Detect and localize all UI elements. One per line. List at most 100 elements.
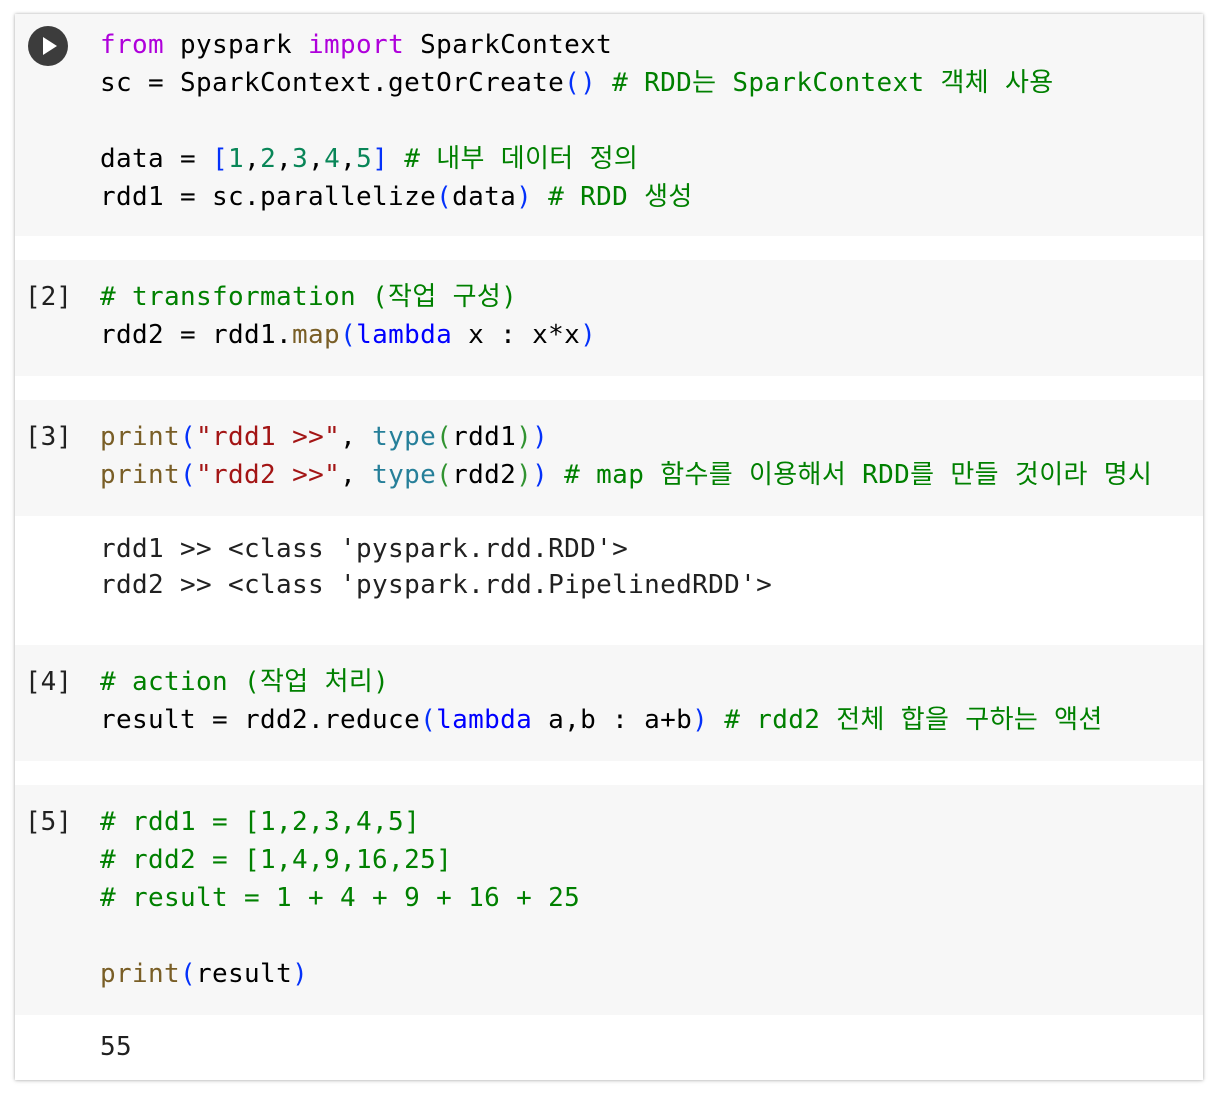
code-line: # transformation (작업 구성) (100, 278, 596, 316)
code-token: data = (100, 144, 213, 174)
code-token: pyspark (164, 30, 309, 60)
code-token: rdd1 = sc.parallelize (100, 182, 437, 212)
code-token: sc = SparkContext.getOrCreate (100, 68, 565, 98)
code-token: # 내부 데이터 정의 (388, 144, 639, 174)
code-token: x : x*x (452, 320, 581, 350)
code-token: () (564, 68, 597, 98)
code-cell-1[interactable]: from pyspark import SparkContext sc = Spa… (15, 14, 1203, 236)
code-cell-5[interactable]: [5] # rdd1 = [1,2,3,4,5] # rdd2 = [1,4,9,… (15, 785, 1203, 1015)
code-token: from (100, 30, 165, 60)
code-token: 5 (356, 144, 373, 174)
code-line: # result = 1 + 4 + 9 + 16 + 25 (100, 879, 580, 917)
output-text: 55 (100, 1029, 132, 1065)
code-cell-4[interactable]: [4] # action (작업 처리) result = rdd2.reduce… (15, 645, 1203, 761)
code-token: 2 (260, 144, 277, 174)
code-token: ) (532, 460, 549, 490)
code-token: , (276, 144, 293, 174)
code-token: # RDD 생성 (532, 182, 693, 212)
code-token: # rdd2 전체 합을 구하는 액션 (708, 705, 1103, 735)
output-line: 55 (100, 1032, 133, 1062)
code-token: # result = 1 + 4 + 9 + 16 + 25 (100, 883, 581, 913)
code-token: , (244, 144, 261, 174)
code-token: SparkContext (404, 30, 613, 60)
code-token: ) (516, 422, 533, 452)
code-token: ( (436, 422, 453, 452)
code-token: ( (180, 422, 197, 452)
play-icon (43, 37, 57, 55)
code-token: lambda (356, 320, 453, 350)
code-token: a,b : a+b (532, 705, 693, 735)
code-cell-2[interactable]: [2] # transformation (작업 구성) rdd2 = rdd1.… (15, 260, 1203, 376)
code-line: print("rdd2 >>", type(rdd2)) # map 함수를 이… (100, 456, 1152, 494)
code-line: rdd2 = rdd1.map(lambda x : x*x) (100, 316, 596, 354)
code-token: # action (작업 처리) (100, 667, 390, 697)
code-line: sc = SparkContext.getOrCreate() # RDD는 S… (100, 64, 1054, 102)
execution-count: [4] (25, 667, 72, 697)
execution-count: [3] (25, 422, 72, 452)
code-token: import (308, 30, 405, 60)
code-token: result = rdd2.reduce (100, 705, 421, 735)
cell-source[interactable]: from pyspark import SparkContext sc = Spa… (100, 26, 1054, 216)
code-token: print (100, 959, 181, 989)
code-token: ( (420, 705, 437, 735)
code-token: 1 (228, 144, 245, 174)
code-token: result (196, 959, 293, 989)
code-token: print (100, 422, 181, 452)
code-token: 4 (324, 144, 341, 174)
output-line: rdd1 >> <class 'pyspark.rdd.RDD'> (100, 534, 629, 564)
run-cell-button[interactable] (28, 26, 68, 66)
code-token: ( (180, 460, 197, 490)
execution-count: [5] (25, 807, 72, 837)
code-token: # map 함수를 이용해서 RDD를 만들 것이라 명시 (548, 460, 1153, 490)
code-token: type (372, 460, 437, 490)
code-token: data (452, 182, 517, 212)
code-line: # action (작업 처리) (100, 663, 1103, 701)
code-token: "rdd1 >>" (196, 422, 341, 452)
code-token: # rdd1 = [1,2,3,4,5] (100, 807, 421, 837)
code-token: ( (436, 182, 453, 212)
execution-count: [2] (25, 282, 72, 312)
cell-source[interactable]: # action (작업 처리) result = rdd2.reduce(lam… (100, 663, 1103, 739)
code-token: ( (180, 959, 197, 989)
code-token: rdd2 = rdd1. (100, 320, 293, 350)
code-token: rdd1 (452, 422, 517, 452)
cell-source[interactable]: # rdd1 = [1,2,3,4,5] # rdd2 = [1,4,9,16,2… (100, 803, 580, 993)
code-token: # rdd2 = [1,4,9,16,25] (100, 845, 453, 875)
code-token: rdd2 (452, 460, 517, 490)
code-line: print("rdd1 >>", type(rdd1)) (100, 418, 1152, 456)
code-token: ] (372, 144, 389, 174)
code-token: map (292, 320, 341, 350)
cell-source[interactable]: # transformation (작업 구성) rdd2 = rdd1.map(… (100, 278, 596, 354)
code-line: # rdd2 = [1,4,9,16,25] (100, 841, 580, 879)
code-line: rdd1 = sc.parallelize(data) # RDD 생성 (100, 178, 1054, 216)
code-token: type (372, 422, 437, 452)
code-line: print(result) (100, 955, 580, 993)
code-token: [ (212, 144, 229, 174)
code-token: 3 (292, 144, 309, 174)
code-token: ) (692, 705, 709, 735)
code-token: "rdd2 >>" (196, 460, 341, 490)
code-token: ) (516, 182, 533, 212)
code-token: , (340, 422, 373, 452)
code-token: ( (340, 320, 357, 350)
code-token: ( (436, 460, 453, 490)
code-token: print (100, 460, 181, 490)
cell-source[interactable]: print("rdd1 >>", type(rdd1)) print("rdd2 … (100, 418, 1152, 494)
code-token: lambda (436, 705, 533, 735)
code-line: from pyspark import SparkContext (100, 26, 1054, 64)
code-token: , (308, 144, 325, 174)
cell-output-5: 55 (15, 1015, 1203, 1080)
output-line: rdd2 >> <class 'pyspark.rdd.PipelinedRDD… (100, 570, 773, 600)
code-line: data = [1,2,3,4,5] # 내부 데이터 정의 (100, 140, 1054, 178)
output-text: rdd1 >> <class 'pyspark.rdd.RDD'> rdd2 >>… (100, 531, 772, 603)
code-token: , (340, 144, 357, 174)
code-token: ) (580, 320, 597, 350)
code-line: result = rdd2.reduce(lambda a,b : a+b) #… (100, 701, 1103, 739)
code-token: ) (516, 460, 533, 490)
notebook: from pyspark import SparkContext sc = Spa… (15, 14, 1203, 1080)
code-token: # RDD는 SparkContext 객체 사용 (596, 68, 1054, 98)
code-token: ) (292, 959, 309, 989)
code-cell-3[interactable]: [3] print("rdd1 >>", type(rdd1)) print("r… (15, 400, 1203, 516)
cell-output-3: rdd1 >> <class 'pyspark.rdd.RDD'> rdd2 >>… (15, 516, 1203, 644)
